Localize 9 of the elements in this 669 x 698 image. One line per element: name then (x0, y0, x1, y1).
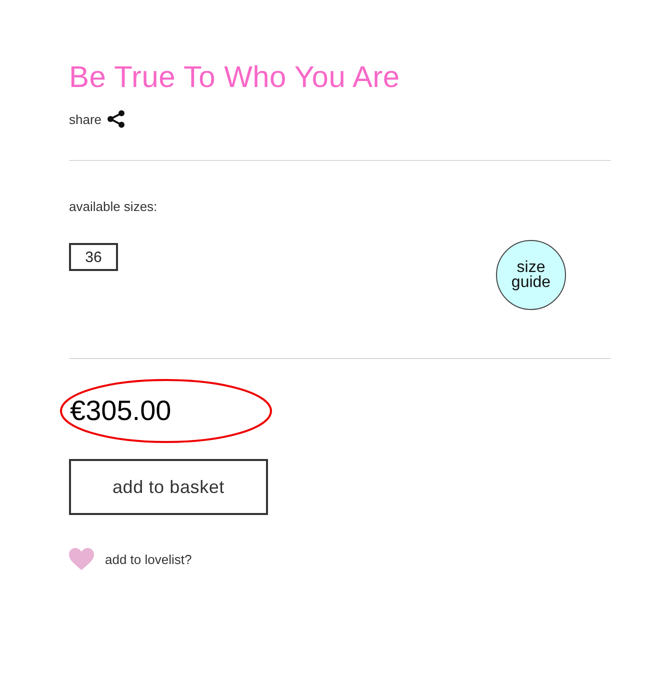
add-to-basket-button[interactable]: add to basket (69, 459, 268, 515)
add-to-lovelist-link[interactable]: add to lovelist? (105, 552, 192, 566)
price: €305.00 (69, 394, 172, 428)
size-guide-button[interactable]: size guide (496, 240, 566, 310)
share-link[interactable]: share (69, 112, 102, 126)
share-icon[interactable] (106, 110, 125, 128)
sizes-label: available sizes: (69, 199, 158, 215)
product-title: Be True To Who You Are (69, 60, 401, 96)
size-option[interactable]: 36 (69, 243, 118, 271)
